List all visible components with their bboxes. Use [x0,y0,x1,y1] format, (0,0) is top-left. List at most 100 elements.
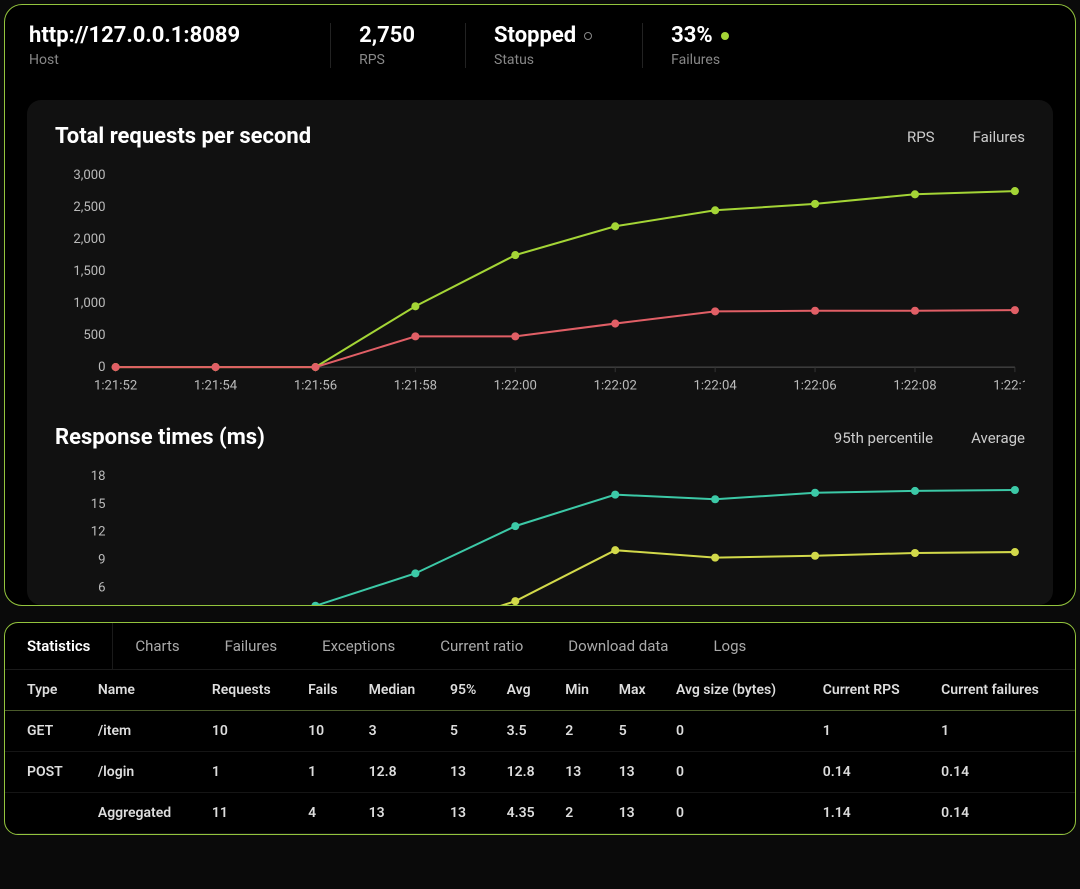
col-header[interactable]: Avg size (bytes) [666,670,813,711]
table-cell: 3 [359,711,440,752]
col-header[interactable]: Type [5,670,88,711]
svg-text:18: 18 [91,470,106,485]
svg-text:2,000: 2,000 [73,232,105,247]
stat-status: Stopped Status [494,23,643,68]
chart-response: Response times (ms) 95th percentile Aver… [55,425,1025,605]
svg-text:1:21:58: 1:21:58 [394,378,437,393]
col-header[interactable]: Median [359,670,440,711]
table-cell: 13 [609,752,666,793]
charts-area: Total requests per second RPS Failures 0… [27,100,1053,605]
table-cell: 5 [609,711,666,752]
svg-text:2,500: 2,500 [73,200,105,215]
col-header[interactable]: Fails [298,670,358,711]
table-cell: 10 [298,711,358,752]
table-cell: 13 [359,793,440,834]
col-header[interactable]: Current RPS [813,670,931,711]
svg-text:1:22:06: 1:22:06 [793,378,836,393]
table-cell: GET [5,711,88,752]
status-value: Stopped [494,23,592,48]
status-dot-icon [584,32,592,40]
legend-rps: RPS [889,128,935,146]
table-cell: 5 [440,711,497,752]
legend-p95: 95th percentile [816,429,933,447]
svg-text:500: 500 [83,328,105,343]
table-cell [5,793,88,834]
table-cell: /login [88,752,202,793]
table-cell: 0.14 [931,752,1075,793]
col-header[interactable]: Name [88,670,202,711]
tab-current-ratio[interactable]: Current ratio [418,623,546,669]
table-cell: 13 [440,793,497,834]
tab-failures[interactable]: Failures [203,623,300,669]
chart-rps-title: Total requests per second [55,124,311,149]
chart-response-legend: 95th percentile Average [816,429,1025,447]
bottom-panel: StatisticsChartsFailuresExceptionsCurren… [4,622,1076,835]
svg-text:3,000: 3,000 [73,168,105,183]
col-header[interactable]: 95% [440,670,497,711]
chart-rps: Total requests per second RPS Failures 0… [55,124,1025,397]
failures-dot-icon [721,32,729,40]
legend-avg-dot-icon [953,433,963,443]
table-cell: 0.14 [931,793,1075,834]
chart-response-title: Response times (ms) [55,425,265,450]
svg-text:12: 12 [91,525,106,540]
svg-text:1:22:10: 1:22:10 [993,378,1025,393]
table-cell: 0 [666,711,813,752]
col-header[interactable]: Min [555,670,608,711]
svg-text:1:21:52: 1:21:52 [94,378,137,393]
table-cell: 3.5 [497,711,556,752]
table-cell: 0 [666,793,813,834]
tab-statistics[interactable]: Statistics [5,623,113,669]
top-panel: http://127.0.0.1:8089 Host 2,750 RPS Sto… [4,4,1076,606]
svg-text:1:22:08: 1:22:08 [893,378,936,393]
chart-rps-svg: 0 500 1,000 1,500 2,000 2,500 3,000 1:21:52 1:21… [55,165,1025,397]
tab-download-data[interactable]: Download data [546,623,691,669]
svg-text:1,000: 1,000 [73,296,105,311]
table-cell: 13 [609,793,666,834]
legend-failures-dot-icon [955,132,965,142]
tab-exceptions[interactable]: Exceptions [300,623,418,669]
tab-bar: StatisticsChartsFailuresExceptionsCurren… [5,623,1075,670]
table-cell: 2 [555,793,608,834]
table-row[interactable]: Aggregated11413134.3521301.140.14 [5,793,1075,834]
svg-text:6: 6 [98,581,105,596]
stat-host: http://127.0.0.1:8089 Host [29,23,331,68]
table-cell: 13 [555,752,608,793]
table-cell: 1 [931,711,1075,752]
tab-logs[interactable]: Logs [691,623,769,669]
legend-failures: Failures [955,128,1025,146]
table-cell: 11 [202,793,298,834]
stat-rps: 2,750 RPS [359,23,466,68]
table-cell: 13 [440,752,497,793]
host-value: http://127.0.0.1:8089 [29,23,240,48]
legend-p95-dot-icon [816,433,826,443]
table-cell: Aggregated [88,793,202,834]
svg-text:0: 0 [98,360,105,375]
col-header[interactable]: Avg [497,670,556,711]
table-cell: 12.8 [359,752,440,793]
table-row[interactable]: GET/item1010353.525011 [5,711,1075,752]
svg-text:1:22:04: 1:22:04 [694,378,738,393]
svg-text:1:21:56: 1:21:56 [294,378,337,393]
table-cell: 0.14 [813,752,931,793]
table-cell: 12.8 [497,752,556,793]
failures-label: Failures [671,52,729,68]
table-row[interactable]: POST/login1112.81312.8131300.140.14 [5,752,1075,793]
table-cell: 1 [813,711,931,752]
table-cell: 1 [298,752,358,793]
rps-value: 2,750 [359,23,415,48]
col-header[interactable]: Current failures [931,670,1075,711]
svg-text:1:22:00: 1:22:00 [494,378,537,393]
svg-text:1:22:02: 1:22:02 [594,378,637,393]
col-header[interactable]: Max [609,670,666,711]
svg-text:15: 15 [91,497,106,512]
table-cell: 1.14 [813,793,931,834]
table-cell: 2 [555,711,608,752]
table-header-row: TypeNameRequestsFailsMedian95%AvgMinMaxA… [5,670,1075,711]
col-header[interactable]: Requests [202,670,298,711]
tab-charts[interactable]: Charts [113,623,202,669]
svg-text:1,500: 1,500 [73,264,105,279]
chart-rps-legend: RPS Failures [889,128,1025,146]
status-label: Status [494,52,592,68]
table-cell: /item [88,711,202,752]
